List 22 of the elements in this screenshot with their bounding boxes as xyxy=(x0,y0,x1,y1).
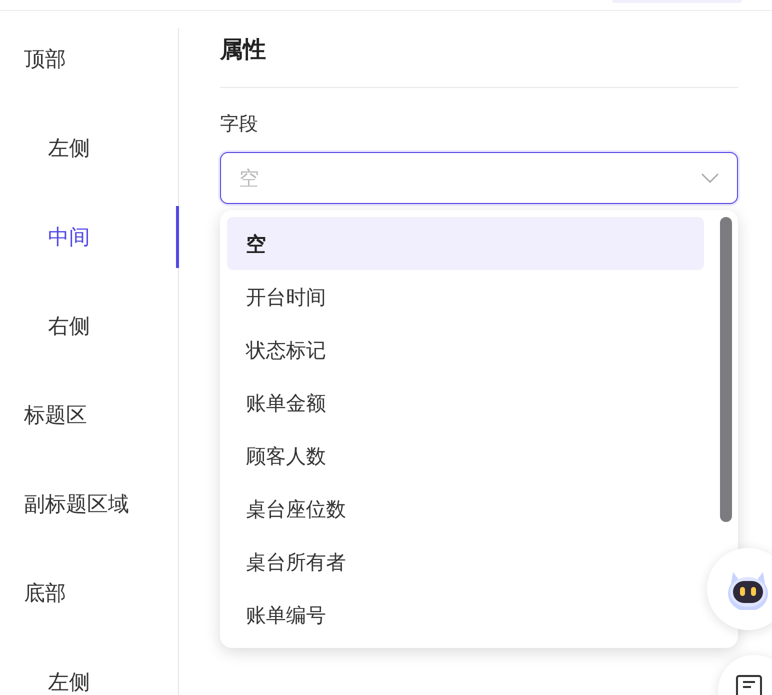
sidebar-item[interactable]: 左侧 xyxy=(48,132,90,164)
dropdown-option[interactable]: 状态标记 xyxy=(227,323,704,376)
sidebar-item[interactable]: 顶部 xyxy=(24,44,66,76)
sidebar-item[interactable]: 底部 xyxy=(24,578,66,610)
dropdown-option[interactable]: 桌台座位数 xyxy=(227,482,704,535)
sidebar-item[interactable]: 副标题区域 xyxy=(24,488,129,520)
dropdown-option[interactable]: 空 xyxy=(227,217,704,270)
selection-indicator xyxy=(176,206,179,268)
panel-title: 属性 xyxy=(220,36,266,65)
sidebar-item[interactable]: 右侧 xyxy=(48,310,90,342)
chevron-down-icon xyxy=(701,173,719,183)
scrollbar-thumb[interactable] xyxy=(720,217,732,522)
dropdown-option[interactable]: 账单金额 xyxy=(227,376,704,429)
dropdown-option[interactable]: 顾客人数 xyxy=(227,429,704,482)
note-icon xyxy=(736,675,762,695)
dropdown-option[interactable]: 账单编号 xyxy=(227,588,704,641)
dropdown-option[interactable]: 开台时间 xyxy=(227,270,704,323)
dropdown-option[interactable]: 桌台所有者 xyxy=(227,535,704,588)
sidebar-item[interactable]: 左侧 xyxy=(48,666,90,695)
sidebar-item[interactable]: 中间 xyxy=(48,222,90,254)
field-label: 字段 xyxy=(220,112,258,137)
sidebar-item[interactable]: 标题区 xyxy=(24,400,87,432)
